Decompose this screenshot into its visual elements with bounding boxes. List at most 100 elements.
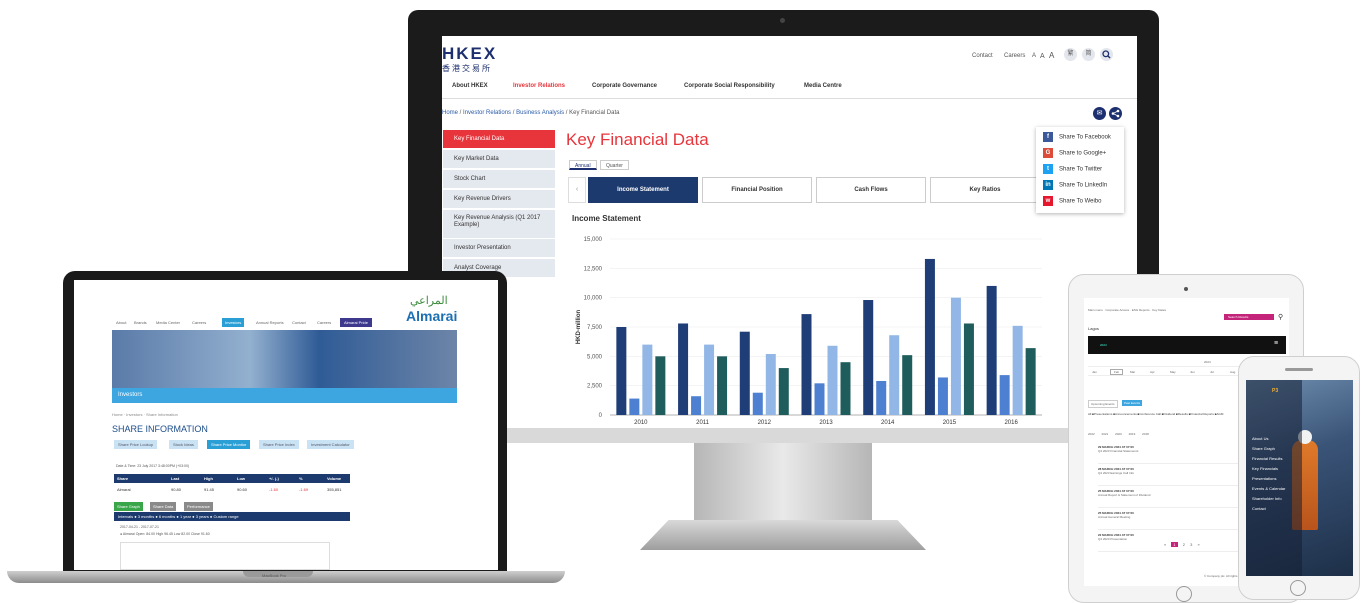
contact-link[interactable]: Contact [972,53,993,59]
nav-about-hkex[interactable]: About HKEX [452,83,488,89]
x-tick-label: 2014 [881,420,895,426]
share-graph-button[interactable]: Share Graph [114,502,143,511]
almarai-tab-lookup[interactable]: Share Price Lookup [114,440,158,449]
bar [986,285,997,415]
share-graph-area [120,542,330,570]
phone-menu-item[interactable]: About Us [1252,436,1268,441]
menu-icon[interactable]: ≡ [1274,340,1278,347]
phone-logo[interactable]: P3 [1272,388,1278,394]
y-axis-label: HKD-million [576,310,582,345]
lang-traditional-button[interactable]: 繁 [1064,48,1077,61]
tab-quarter[interactable]: Quarter [600,160,629,170]
phone-home-button[interactable] [1290,580,1306,596]
almarai-cta-button[interactable]: Almarai Pride [340,318,373,327]
almarai-nav-annual-reports[interactable]: Annual Reports [256,320,284,325]
bar [765,353,776,415]
sidebar-item-key-financial-data[interactable]: Key Financial Data [443,130,555,149]
breadcrumb-home[interactable]: Home [442,110,458,116]
almarai-tab-ideas[interactable]: Stock Ideas [169,440,198,449]
share-twitter[interactable]: t Share To Twitter [1043,164,1102,178]
phone-menu-item[interactable]: Shareholder Info [1252,496,1282,501]
breadcrumb-business-analysis[interactable]: Business Analysis [516,110,564,116]
sidebar-item-key-revenue-drivers[interactable]: Key Revenue Drivers [443,190,555,209]
bar [691,396,702,415]
tablet-search-button[interactable]: Search Results [1224,314,1274,320]
tablet-years[interactable]: 2022 2021 2020 2019 2018 [1088,432,1149,436]
col-last: Last [171,476,180,481]
lang-simplified-button[interactable]: 简 [1082,48,1095,61]
phone-menu-item[interactable]: Events & Calendar [1252,486,1285,491]
tablet-home-button[interactable] [1176,586,1192,602]
y-tick-label: 15,000 [584,237,603,243]
nav-csr[interactable]: Corporate Social Responsibility [684,83,775,89]
font-size-small[interactable]: A [1032,53,1036,59]
phone-menu-item[interactable]: Share Graph [1252,446,1275,451]
x-tick-label: 2011 [696,420,710,426]
email-icon[interactable]: ✉ [1093,107,1106,120]
almarai-logo[interactable]: Almarai [406,308,457,324]
phone-menu-item[interactable]: Financial Results [1252,456,1282,461]
bar [963,323,974,415]
tab-income-statement[interactable]: Income Statement [588,177,698,203]
phone-menu-item[interactable]: Contact [1252,506,1266,511]
font-size-medium[interactable]: A [1040,53,1045,60]
hkex-logo[interactable]: HKEX [442,44,497,64]
interval-selector[interactable]: Intervals ● 3 months ● 6 months ● 1 year… [114,512,350,521]
monitor-stand-neck [694,443,872,526]
performance-button[interactable]: Performance [184,502,213,511]
linkedin-icon: in [1043,180,1053,190]
sidebar-item-investor-presentation[interactable]: Investor Presentation [443,239,555,258]
almarai-tab-calculator[interactable]: Investment Calculator [307,440,354,449]
sidebar-item-key-market-data[interactable]: Key Market Data [443,150,555,169]
share-weibo[interactable]: w Share To Weibo [1043,196,1101,210]
nav-investor-relations[interactable]: Investor Relations [513,83,565,89]
nav-corporate-governance[interactable]: Corporate Governance [592,83,657,89]
almarai-date: Date & Time: 23 July 2017 3:48:00PM (+03… [116,464,190,468]
almarai-nav-investors[interactable]: Investors [222,318,245,327]
almarai-nav-careers[interactable]: Careers [192,320,206,325]
tablet-header-links[interactable]: Main menu · Corporate Access · ESG Repor… [1088,308,1166,312]
phone-speaker [1285,368,1313,371]
breadcrumb-ir[interactable]: Investor Relations [463,110,511,116]
search-icon[interactable] [1100,48,1113,61]
share-data-button[interactable]: Share Data [150,502,177,511]
phone-menu-item[interactable]: Key Financials [1252,466,1278,471]
tablet-past-events[interactable]: Past Events [1122,400,1143,406]
share-linkedin[interactable]: in Share To LinkedIn [1043,180,1107,194]
cell-low: 90.60 [237,487,248,492]
almarai-tab-monitor[interactable]: Share Price Monitor [207,440,251,449]
tabs-prev-arrow[interactable]: ‹ [568,177,586,203]
tab-cash-flows[interactable]: Cash Flows [816,177,926,203]
bar [814,383,825,415]
almarai-nav-careers-2[interactable]: Careers [317,320,331,325]
bar [863,300,874,415]
tab-annual[interactable]: Annual [569,160,597,170]
tablet-search-icon[interactable]: ⚲ [1278,313,1283,321]
almarai-nav-brands[interactable]: Brands [134,320,147,325]
share-google[interactable]: G Share to Google+ [1043,148,1106,162]
bar [924,258,935,415]
tablet-camera [1184,287,1188,291]
sidebar-item-stock-chart[interactable]: Stock Chart [443,170,555,189]
almarai-page-title: SHARE INFORMATION [112,424,208,434]
share-menu: f Share To Facebook G Share to Google+ t Sh… [1036,127,1124,213]
almarai-nav-contact[interactable]: Contact [292,320,306,325]
almarai-nav-media[interactable]: Media Center [156,320,180,325]
almarai-tab-index[interactable]: Share Price Index [259,440,299,449]
bar [717,356,728,415]
font-size-large[interactable]: A [1049,51,1054,60]
share-facebook[interactable]: f Share To Facebook [1043,132,1111,146]
sidebar-item-key-revenue-analysis[interactable]: Key Revenue Analysis (Q1 2017 Example) [443,210,555,239]
tablet-app-bar: 2024 ≡ [1088,336,1286,354]
nav-media-centre[interactable]: Media Centre [804,83,842,89]
careers-link[interactable]: Careers [1004,53,1025,59]
tab-financial-position[interactable]: Financial Position [702,177,812,203]
almarai-nav-about[interactable]: About [116,320,126,325]
tablet-pagination[interactable]: « 1 2 3 » [1164,542,1200,547]
tab-key-ratios[interactable]: Key Ratios [930,177,1040,203]
cell-high: 91.45 [204,487,215,492]
almarai-hero-label: Investors [112,388,457,403]
share-icon[interactable] [1109,107,1122,120]
phone-menu-item[interactable]: Presentations [1252,476,1276,481]
tablet-upcoming-events[interactable]: Upcoming Events [1088,400,1118,408]
